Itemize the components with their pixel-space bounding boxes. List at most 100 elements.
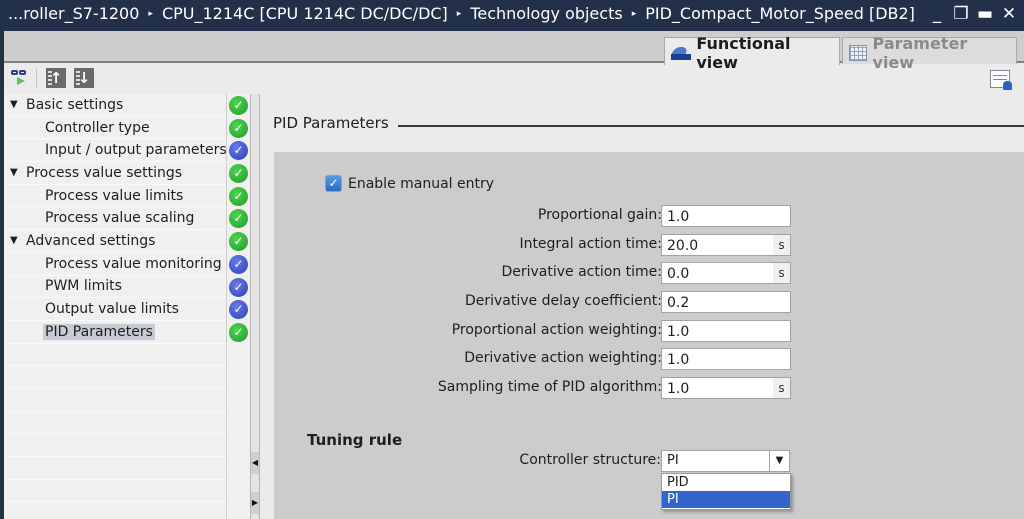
monitor-glasses-icon[interactable] bbox=[11, 68, 31, 88]
field-label: Derivative action time: bbox=[501, 264, 662, 280]
nav-item-label: Process value limits bbox=[45, 187, 184, 204]
controller-structure-dropdown: PID PI bbox=[661, 473, 791, 510]
checkbox-checked-icon[interactable]: ✓ bbox=[325, 175, 342, 192]
minimize-icon[interactable]: _ bbox=[928, 4, 946, 24]
chevron-down-icon[interactable]: ▼ bbox=[769, 451, 789, 471]
navigation-tree: ▼ Basic settings Controller type Input /… bbox=[4, 94, 227, 519]
title-bar: ...roller_S7-1200 ▸ CPU_1214C [CPU 1214C… bbox=[0, 0, 1024, 31]
nav-item-pwm-limits[interactable]: PWM limits bbox=[4, 276, 226, 299]
field-label: Sampling time of PID algorithm: bbox=[437, 379, 662, 395]
breadcrumb: ...roller_S7-1200 ▸ CPU_1214C [CPU 1214C… bbox=[8, 4, 915, 23]
field-derivative-delay-coefficient: Derivative delay coefficient: bbox=[274, 291, 804, 313]
unit-label: s bbox=[773, 235, 790, 255]
status-ok-icon: ✓ bbox=[229, 119, 248, 138]
nav-item-label: Process value scaling bbox=[45, 210, 195, 227]
field-proportional-gain: Proportional gain: bbox=[274, 205, 804, 227]
tab-functional-view[interactable]: Functional view bbox=[664, 34, 840, 72]
unit-label: s bbox=[773, 263, 790, 283]
breadcrumb-item-pid-compact[interactable]: PID_Compact_Motor_Speed [DB2] bbox=[645, 4, 915, 23]
breadcrumb-item-project[interactable]: ...roller_S7-1200 bbox=[8, 4, 139, 23]
nav-item-label: PWM limits bbox=[45, 278, 122, 295]
status-info-icon: ✓ bbox=[229, 255, 248, 274]
proportional-action-weighting-input[interactable] bbox=[661, 320, 791, 342]
nav-empty-row bbox=[4, 434, 226, 457]
nav-item-basic-settings[interactable]: ▼ Basic settings bbox=[4, 94, 226, 117]
field-sampling-time: Sampling time of PID algorithm: s bbox=[274, 377, 804, 399]
section-divider bbox=[398, 125, 1024, 127]
enable-manual-entry-label: Enable manual entry bbox=[348, 175, 495, 192]
field-label: Proportional gain: bbox=[537, 207, 662, 223]
status-ok-icon: ✓ bbox=[229, 209, 248, 228]
panel-splitter[interactable]: ◀ ▶ bbox=[250, 94, 260, 519]
proportional-gain-input[interactable] bbox=[661, 205, 791, 227]
content-area: PID Parameters ✓ Enable manual entry Pro… bbox=[260, 94, 1024, 519]
functional-view-icon bbox=[671, 46, 692, 60]
field-label: Proportional action weighting: bbox=[451, 322, 662, 338]
field-proportional-action-weighting: Proportional action weighting: bbox=[274, 320, 804, 342]
status-ok-icon: ✓ bbox=[229, 323, 248, 342]
nav-item-output-value-limits[interactable]: Output value limits bbox=[4, 298, 226, 321]
nav-item-label: Controller type bbox=[45, 119, 150, 136]
derivative-delay-coefficient-input[interactable] bbox=[661, 291, 791, 313]
nav-item-advanced-settings[interactable]: ▼ Advanced settings bbox=[4, 230, 226, 253]
breadcrumb-item-technology-objects[interactable]: Technology objects bbox=[470, 4, 622, 23]
nav-item-label: Process value settings bbox=[26, 164, 183, 181]
nav-empty-row bbox=[4, 480, 226, 503]
nav-empty-row bbox=[4, 412, 226, 435]
nav-item-label: Output value limits bbox=[45, 301, 179, 318]
tab-parameter-view[interactable]: Parameter view bbox=[842, 34, 1017, 72]
editor-frame: Functional view Parameter view ↑ ↓ ▼ Bas… bbox=[4, 31, 1024, 519]
expand-caret-icon[interactable]: ▼ bbox=[10, 167, 20, 178]
close-icon[interactable]: ✕ bbox=[1000, 4, 1018, 24]
status-column: ✓ ✓ ✓ ✓ ✓ ✓ ✓ ✓ ✓ ✓ ✓ bbox=[226, 94, 250, 519]
nav-empty-row bbox=[4, 366, 226, 389]
field-derivative-action-weighting: Derivative action weighting: bbox=[274, 348, 804, 370]
status-ok-icon: ✓ bbox=[229, 232, 248, 251]
expand-caret-icon[interactable]: ▼ bbox=[10, 235, 20, 246]
status-info-icon: ✓ bbox=[229, 278, 248, 297]
nav-item-label: Basic settings bbox=[26, 96, 124, 113]
nav-item-label: PID Parameters bbox=[43, 323, 155, 340]
sidebar-toggle-icon[interactable] bbox=[990, 70, 1012, 90]
collapse-left-icon[interactable]: ◀ bbox=[251, 452, 259, 474]
derivative-action-weighting-input[interactable] bbox=[661, 348, 791, 370]
upload-icon[interactable]: ↑ bbox=[46, 68, 66, 88]
window-controls: _ ❐ ▬ ✕ bbox=[928, 4, 1018, 24]
restore-icon[interactable]: ❐ bbox=[952, 4, 970, 24]
field-integral-action-time: Integral action time: s bbox=[274, 234, 804, 256]
nav-empty-row bbox=[4, 457, 226, 480]
breadcrumb-separator-icon: ▸ bbox=[631, 8, 637, 19]
nav-item-process-value-settings[interactable]: ▼ Process value settings bbox=[4, 162, 226, 185]
tuning-rule-heading: Tuning rule bbox=[307, 431, 403, 449]
nav-item-label: Process value monitoring bbox=[45, 255, 222, 272]
sampling-time-input[interactable] bbox=[661, 377, 791, 399]
controller-structure-label: Controller structure: bbox=[519, 452, 661, 468]
expand-caret-icon[interactable]: ▼ bbox=[10, 99, 20, 110]
nav-item-input-output-parameters[interactable]: Input / output parameters bbox=[4, 139, 227, 163]
derivative-action-time-input[interactable] bbox=[661, 262, 791, 284]
controller-structure-select[interactable]: PI ▼ bbox=[661, 450, 790, 472]
expand-right-icon[interactable]: ▶ bbox=[251, 492, 259, 514]
nav-item-label: Input / output parameters bbox=[45, 142, 227, 159]
nav-item-label: Advanced settings bbox=[26, 232, 156, 249]
nav-item-controller-type[interactable]: Controller type bbox=[4, 117, 226, 140]
download-icon[interactable]: ↓ bbox=[74, 68, 94, 88]
breadcrumb-item-cpu[interactable]: CPU_1214C [CPU 1214C DC/DC/DC] bbox=[162, 4, 448, 23]
nav-item-process-value-scaling[interactable]: Process value scaling bbox=[4, 207, 226, 231]
field-derivative-action-time: Derivative action time: s bbox=[274, 262, 804, 284]
enable-manual-entry-checkbox[interactable]: ✓ Enable manual entry bbox=[325, 175, 494, 192]
dropdown-option-pi[interactable]: PI bbox=[662, 491, 790, 508]
field-label: Derivative action weighting: bbox=[464, 350, 662, 366]
integral-action-time-input[interactable] bbox=[661, 234, 791, 256]
nav-empty-row bbox=[4, 389, 226, 412]
maximize-icon[interactable]: ▬ bbox=[976, 4, 994, 24]
nav-item-pid-parameters[interactable]: PID Parameters bbox=[4, 321, 226, 344]
field-label: Integral action time: bbox=[519, 236, 662, 252]
toolbar-separator bbox=[36, 68, 37, 88]
status-info-icon: ✓ bbox=[229, 300, 248, 319]
dropdown-option-pid[interactable]: PID bbox=[662, 474, 790, 491]
nav-item-process-value-limits[interactable]: Process value limits bbox=[4, 185, 226, 208]
controller-structure-row: Controller structure: PI ▼ bbox=[274, 450, 814, 472]
pid-parameters-panel: ✓ Enable manual entry Proportional gain:… bbox=[274, 152, 1024, 519]
nav-item-process-value-monitoring[interactable]: Process value monitoring bbox=[4, 253, 226, 276]
